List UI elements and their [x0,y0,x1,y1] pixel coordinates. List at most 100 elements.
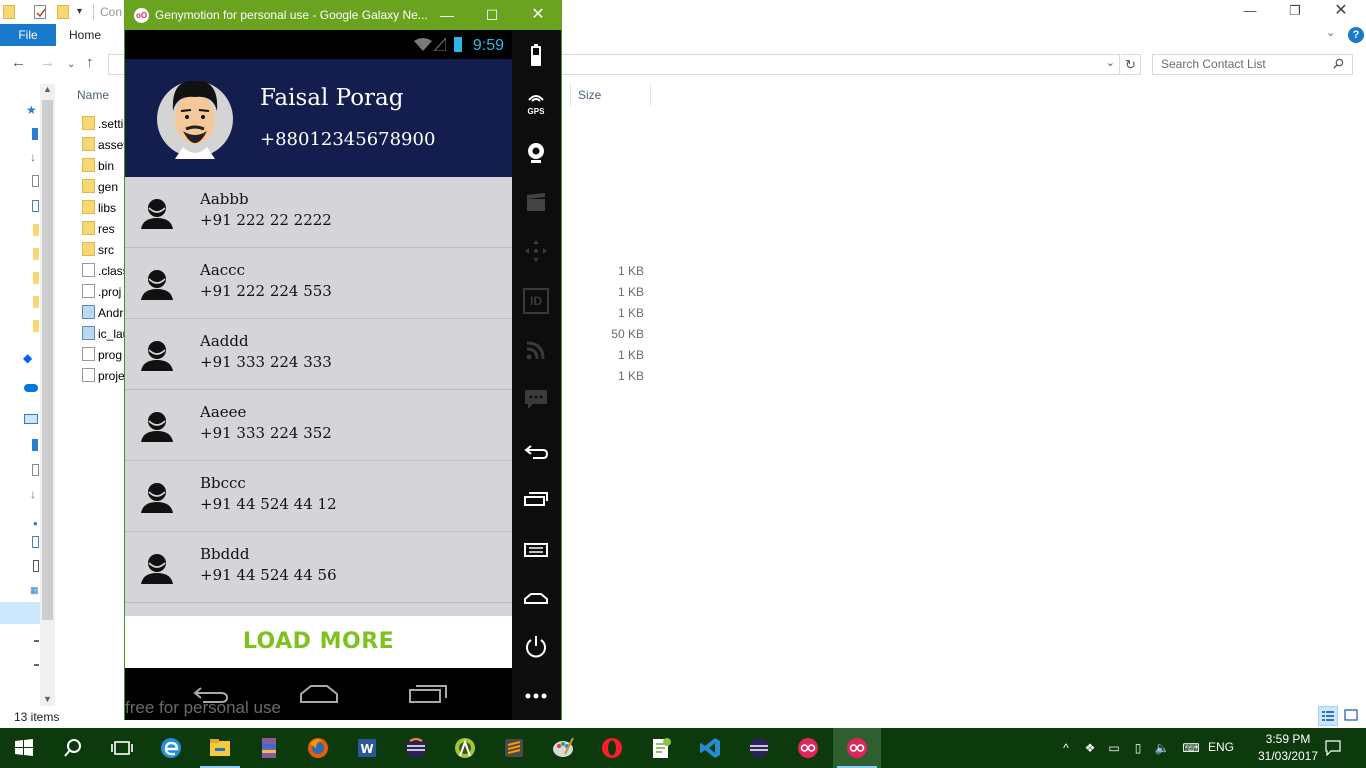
up-arrow-icon[interactable]: ↑ [86,54,94,71]
taskbar-word-button[interactable]: W [343,728,391,768]
clock-date[interactable]: 31/03/2017 [1256,749,1320,763]
battery-icon[interactable] [523,43,549,69]
close-button[interactable]: ✕ [527,4,549,26]
pictures-icon[interactable] [32,200,39,212]
taskbar-notepad-plus-button[interactable] [637,728,685,768]
taskbar-search-button[interactable] [49,728,97,768]
documents-icon[interactable] [32,464,39,476]
taskbar-firefox-button[interactable] [294,728,342,768]
contact-row[interactable]: Aaccc +91 222 224 553 [125,248,512,319]
sms-icon[interactable] [523,386,549,412]
column-separator[interactable] [650,84,651,106]
address-dropdown-icon[interactable]: ⌄ [1106,56,1115,69]
documents-icon[interactable] [32,175,39,187]
folder-icon[interactable] [33,272,39,284]
scrollbar-thumb[interactable] [42,100,53,620]
device-id-icon[interactable]: ID [523,288,549,314]
taskbar-sublime-button[interactable] [490,728,538,768]
help-icon[interactable]: ? [1348,27,1364,43]
search-input[interactable]: Search Contact List [1152,54,1353,75]
gps-icon[interactable]: GPS [523,92,549,118]
scroll-up-icon[interactable]: ▲ [43,84,52,94]
language-indicator[interactable]: ENG [1208,740,1234,754]
taskbar-eclipse-button[interactable] [392,728,440,768]
volume-icon[interactable]: 🔈 [1154,740,1170,756]
android-recent-apps-icon[interactable] [408,684,448,704]
load-more-button[interactable]: LOAD MORE [125,616,512,668]
dropbox-icon[interactable]: ◆ [23,352,35,364]
video-capture-icon[interactable] [523,190,549,216]
network-tray-icon[interactable]: ▯ [1130,740,1146,756]
ribbon-expand-icon[interactable]: ⌄ [1326,26,1335,39]
taskbar-android-studio-button[interactable] [441,728,489,768]
quick-access-dropdown-icon[interactable]: ▾ [77,5,89,19]
videos-icon[interactable] [33,560,39,572]
minimize-button[interactable]: — [1227,0,1273,24]
this-pc-icon[interactable] [24,414,38,424]
new-folder-icon[interactable] [57,5,69,19]
clock-time[interactable]: 3:59 PM [1256,732,1320,746]
taskbar-paint-button[interactable] [539,728,587,768]
nav-pane-scrollbar[interactable]: ▲ ▼ [40,84,55,706]
column-separator[interactable] [570,84,571,106]
webcam-icon[interactable] [523,140,549,166]
recent-locations-icon[interactable]: ⌄ [67,59,75,70]
genymotion-titlebar[interactable]: oO Genymotion for personal use - Google … [124,0,562,30]
power-icon[interactable] [523,634,549,660]
more-icon[interactable] [523,683,549,709]
home-icon[interactable] [523,585,549,611]
contact-row[interactable]: Bbddd +91 44 524 44 56 [125,532,512,603]
quick-access-star-icon[interactable]: ★ [26,104,38,116]
taskbar-eclipse-2-button[interactable] [735,728,783,768]
folder-icon[interactable] [33,248,39,260]
folder-icon[interactable] [33,296,39,308]
android-home-icon[interactable] [299,684,339,704]
taskbar-genymotion-player-button[interactable] [833,728,881,768]
contact-row[interactable]: Aaeee +91 333 224 352 [125,390,512,461]
network-icon[interactable] [523,337,549,363]
taskbar-task-view-button[interactable] [98,728,146,768]
taskbar-genymotion-button[interactable] [784,728,832,768]
menu-icon[interactable] [523,536,549,562]
close-button[interactable]: ✕ [1318,0,1364,24]
back-icon[interactable] [523,438,549,464]
contact-row[interactable]: Aaddd +91 333 224 333 [125,319,512,390]
show-hidden-icons-icon[interactable]: ^ [1058,740,1074,756]
drive-icon[interactable] [34,640,39,642]
recent-apps-icon[interactable] [523,487,549,513]
dropbox-tray-icon[interactable]: ❖ [1082,740,1098,756]
large-icons-view-icon[interactable] [1342,706,1362,726]
column-header-name[interactable]: Name [77,88,109,102]
contact-row[interactable]: Bbccc +91 44 524 44 12 [125,461,512,532]
properties-icon[interactable] [34,5,46,19]
taskbar-start-button[interactable] [0,728,48,768]
dpad-icon[interactable] [523,238,549,264]
home-tab[interactable]: Home [60,24,110,46]
search-icon[interactable] [1333,58,1344,69]
column-header-size[interactable]: Size [578,88,601,102]
taskbar-opera-button[interactable] [588,728,636,768]
scroll-down-icon[interactable]: ▼ [43,694,52,704]
back-arrow-icon[interactable]: ← [11,54,26,71]
nav-pane-selected-item[interactable] [0,602,40,624]
folder-icon[interactable] [33,224,39,236]
minimize-button[interactable]: — [436,4,458,26]
desktop-icon[interactable] [32,439,38,451]
contact-row[interactable]: Aabbb +91 222 22 2222 [125,177,512,248]
taskbar-edge-button[interactable] [147,728,195,768]
taskbar-visual-studio-code-button[interactable] [686,728,734,768]
file-tab[interactable]: File [0,24,56,46]
maximize-button[interactable]: ☐ [481,4,503,26]
restore-button[interactable]: ❐ [1272,0,1318,24]
details-view-icon[interactable] [1318,706,1338,726]
drive-icon[interactable] [34,664,39,666]
battery-tray-icon[interactable]: ▭ [1106,740,1122,756]
taskbar-file-explorer-button[interactable] [196,728,244,768]
taskbar-winrar-button[interactable] [245,728,293,768]
action-center-icon[interactable] [1325,740,1341,756]
pictures-icon[interactable] [32,536,39,548]
refresh-button[interactable]: ↻ [1121,54,1141,75]
onedrive-icon[interactable] [24,384,38,392]
forward-arrow-icon[interactable]: → [40,54,55,71]
desktop-icon[interactable] [32,128,38,140]
